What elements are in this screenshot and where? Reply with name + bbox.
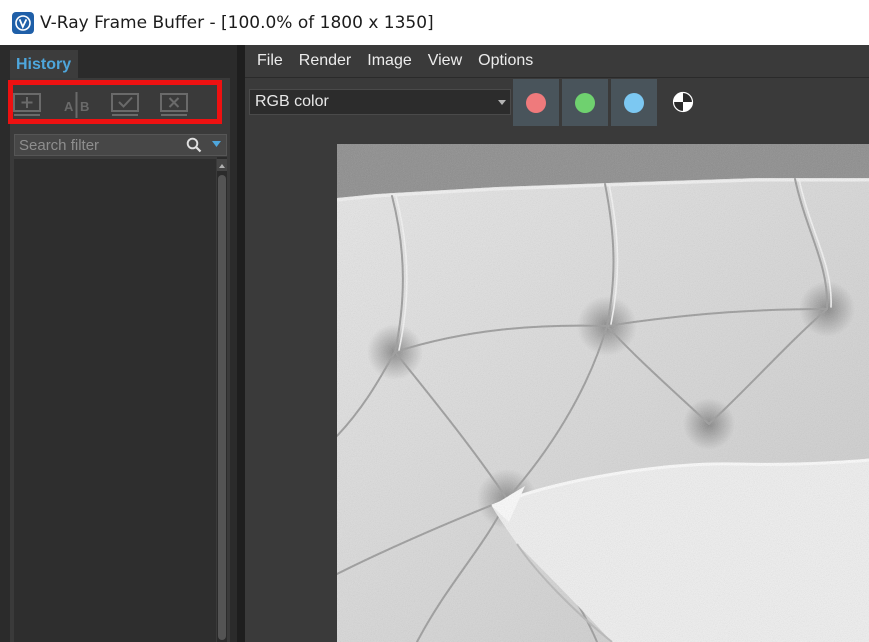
search-input[interactable] — [19, 136, 179, 154]
history-list — [14, 159, 216, 642]
red-channel-icon — [526, 92, 546, 113]
menu-image[interactable]: Image — [367, 52, 411, 70]
tab-history[interactable]: History — [10, 50, 78, 78]
ab-compare-button[interactable]: A B — [55, 88, 99, 122]
scrollbar[interactable] — [217, 157, 227, 642]
green-channel-icon — [575, 92, 595, 113]
remove-from-history-button[interactable] — [153, 88, 197, 122]
load-from-history-button[interactable] — [104, 88, 148, 122]
svg-text:A: A — [64, 99, 74, 114]
filter-dropdown-icon[interactable] — [212, 141, 221, 148]
scroll-thumb[interactable] — [218, 175, 226, 640]
save-to-history-button[interactable] — [6, 88, 50, 122]
menu-bar: File Render Image View Options — [245, 45, 869, 77]
panel-divider[interactable] — [237, 45, 245, 642]
ab-compare-icon: A B — [64, 92, 89, 118]
load-from-history-icon — [111, 93, 139, 116]
menu-options[interactable]: Options — [478, 52, 533, 70]
save-to-history-icon — [13, 93, 41, 116]
scroll-up-button[interactable] — [217, 159, 227, 171]
history-panel: History A B — [0, 45, 237, 642]
menu-render[interactable]: Render — [299, 52, 351, 70]
history-toolbar: A B — [6, 88, 197, 122]
menu-file[interactable]: File — [257, 52, 283, 70]
channel-select[interactable]: RGB color — [249, 89, 511, 115]
remove-from-history-icon — [160, 93, 188, 116]
vray-logo-icon — [12, 11, 34, 34]
menu-view[interactable]: View — [428, 52, 462, 70]
render-view[interactable] — [245, 130, 869, 642]
search-icon[interactable] — [186, 137, 202, 153]
search-field[interactable] — [14, 134, 227, 156]
chevron-down-icon — [498, 100, 506, 105]
blue-channel-icon — [624, 92, 644, 113]
monochrome-icon[interactable] — [672, 91, 694, 113]
render-toolbar: RGB color — [245, 78, 869, 130]
red-channel-button[interactable] — [513, 79, 559, 126]
title-bar: V-Ray Frame Buffer - [100.0% of 1800 x 1… — [0, 0, 869, 45]
svg-text:B: B — [80, 99, 89, 114]
rendered-image — [337, 144, 869, 642]
green-channel-button[interactable] — [562, 79, 608, 126]
blue-channel-button[interactable] — [611, 79, 657, 126]
channel-select-value: RGB color — [255, 93, 329, 110]
window-title: V-Ray Frame Buffer - [100.0% of 1800 x 1… — [40, 12, 434, 33]
